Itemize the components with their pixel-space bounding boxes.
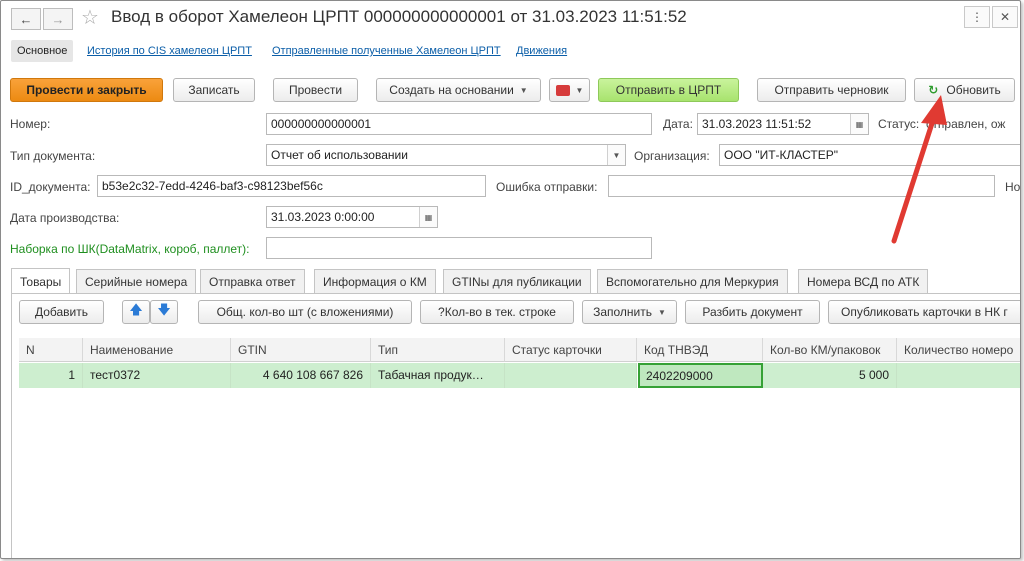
date-label: Дата:	[663, 117, 693, 131]
close-button[interactable]: ✕	[992, 6, 1018, 28]
create-based-on-label: Создать на основании	[389, 83, 514, 97]
save-button[interactable]: Записать	[173, 78, 255, 102]
post-label: Провести	[288, 83, 343, 97]
tab-vsd-numbers[interactable]: Номера ВСД по АТК	[798, 269, 929, 293]
production-date-field[interactable]: 31.03.2023 0:00:00 ▦	[266, 206, 438, 228]
total-qty-button[interactable]: Общ. кол-во шт (с вложениями)	[198, 300, 412, 324]
column-header-name[interactable]: Наименование	[83, 338, 231, 362]
vertical-dots-icon: ⋮	[971, 10, 983, 24]
briefcase-icon	[555, 84, 570, 96]
more-menu-button[interactable]: ⋮	[964, 6, 990, 28]
arrow-head	[921, 95, 947, 125]
cell-numbers-qty[interactable]	[897, 363, 1020, 388]
doc-type-value: Отчет об использовании	[271, 148, 408, 162]
section-link-sent-received[interactable]: Отправленные полученные Хамелеон ЦРПТ	[272, 45, 501, 57]
tab-goods[interactable]: Товары	[11, 268, 71, 294]
close-icon: ✕	[999, 10, 1011, 24]
chevron-down-icon: ▼	[575, 85, 584, 95]
arrow-right-icon: →	[51, 11, 65, 27]
arrow-down-icon: 🡇	[157, 302, 171, 317]
doc-type-select[interactable]: Отчет об использовании ▼	[266, 144, 626, 166]
save-label: Записать	[188, 83, 240, 97]
create-based-on-button[interactable]: Создать на основании ▼	[376, 78, 541, 102]
send-to-crpt-label: Отправить в ЦРПТ	[615, 83, 722, 97]
split-document-label: Разбить документ	[702, 305, 803, 319]
arrow-shaft	[891, 108, 939, 244]
total-qty-label: Общ. кол-во шт (с вложениями)	[216, 305, 394, 319]
post-and-close-label: Провести и закрыть	[26, 83, 147, 97]
chevron-down-icon: ▼	[658, 307, 666, 317]
arrow-up-icon: 🡅	[129, 302, 143, 317]
add-label: Добавить	[34, 305, 89, 319]
tab-gtins-publish[interactable]: GTINы для публикации	[443, 269, 591, 293]
annotation-arrow-icon	[891, 95, 947, 244]
send-to-crpt-button[interactable]: Отправить в ЦРПТ	[598, 78, 739, 102]
send-error-label: Ошибка отправки:	[496, 180, 598, 194]
move-down-button[interactable]: 🡇	[150, 300, 178, 324]
column-header-tnved[interactable]: Код ТНВЭД	[637, 338, 763, 362]
number-field[interactable]: 000000000000001	[266, 113, 652, 135]
column-header-km-qty[interactable]: Кол-во КМ/упаковок	[763, 338, 897, 362]
column-header-numbers-qty[interactable]: Количество номеро	[897, 338, 1020, 362]
cell-name[interactable]: тест0372	[83, 363, 231, 388]
document-window: ← → ☆ Ввод в оборот Хамелеон ЦРПТ 000000…	[0, 0, 1021, 559]
goods-panel	[11, 293, 1020, 558]
print-menu-button[interactable]: ▼	[549, 78, 590, 102]
post-and-close-button[interactable]: Провести и закрыть	[10, 78, 163, 102]
qty-in-row-button[interactable]: ?Кол-во в тек. строке	[420, 300, 574, 324]
doc-id-field[interactable]: b53e2c32-7edd-4246-baf3-c98123bef56c	[97, 175, 486, 197]
number-label: Номер:	[10, 117, 51, 131]
barcode-label: Наборка по ШК(DataMatrix, короб, паллет)…	[10, 242, 250, 256]
section-link-main[interactable]: Основное	[11, 40, 74, 62]
fill-label: Заполнить	[593, 305, 652, 319]
page-title: Ввод в оборот Хамелеон ЦРПТ 000000000000…	[111, 7, 687, 26]
section-link-movements[interactable]: Движения	[516, 45, 567, 57]
tab-serial-numbers[interactable]: Серийные номера	[76, 269, 197, 293]
publish-cards-button[interactable]: Опубликовать карточки в НК г	[828, 300, 1020, 324]
date-value: 31.03.2023 11:51:52	[702, 117, 812, 131]
calendar-icon[interactable]: ▦	[850, 114, 868, 134]
cell-tnved[interactable]: 2402209000	[638, 363, 763, 388]
organization-field[interactable]: ООО "ИТ-КЛАСТЕР"	[719, 144, 1020, 166]
cell-gtin[interactable]: 4 640 108 667 826	[231, 363, 371, 388]
post-button[interactable]: Провести	[273, 78, 358, 102]
send-draft-label: Отправить черновик	[774, 83, 889, 97]
forward-button[interactable]: →	[43, 8, 73, 30]
doc-id-label: ID_документа:	[10, 180, 91, 194]
doc-type-label: Тип документа:	[10, 149, 96, 163]
column-header-n[interactable]: N	[19, 338, 83, 362]
barcode-input[interactable]	[266, 237, 652, 259]
cell-type[interactable]: Табачная продук…	[371, 363, 505, 388]
tab-send-response[interactable]: Отправка ответ	[200, 269, 305, 293]
chevron-down-icon[interactable]: ▼	[607, 145, 625, 165]
fill-button[interactable]: Заполнить ▼	[582, 300, 677, 324]
production-date-label: Дата производства:	[10, 211, 120, 225]
add-button[interactable]: Добавить	[19, 300, 104, 324]
move-up-button[interactable]: 🡅	[122, 300, 150, 324]
column-header-card-status[interactable]: Статус карточки	[505, 338, 637, 362]
column-header-type[interactable]: Тип	[371, 338, 505, 362]
production-date-value: 31.03.2023 0:00:00	[271, 210, 375, 224]
column-header-gtin[interactable]: GTIN	[231, 338, 371, 362]
arrow-left-icon: ←	[19, 11, 33, 27]
date-field[interactable]: 31.03.2023 11:51:52 ▦	[697, 113, 869, 135]
calendar-icon[interactable]: ▦	[419, 207, 437, 227]
publish-cards-label: Опубликовать карточки в НК г	[841, 305, 1008, 319]
tab-mercury-helper[interactable]: Вспомогательно для Меркурия	[597, 269, 788, 293]
split-document-button[interactable]: Разбить документ	[685, 300, 820, 324]
chevron-down-icon: ▼	[519, 85, 528, 95]
tab-km-info[interactable]: Информация о КМ	[314, 269, 436, 293]
cell-n[interactable]: 1	[19, 363, 83, 388]
organization-label: Организация:	[634, 149, 710, 163]
qty-in-row-label: ?Кол-во в тек. строке	[438, 305, 556, 319]
no-label: Но	[1005, 180, 1021, 194]
cell-card-status[interactable]	[505, 363, 637, 388]
back-button[interactable]: ←	[11, 8, 41, 30]
section-link-history-cis[interactable]: История по CIS хамелеон ЦРПТ	[87, 45, 252, 57]
star-icon[interactable]: ☆	[81, 5, 99, 30]
cell-km-qty[interactable]: 5 000	[763, 363, 897, 388]
